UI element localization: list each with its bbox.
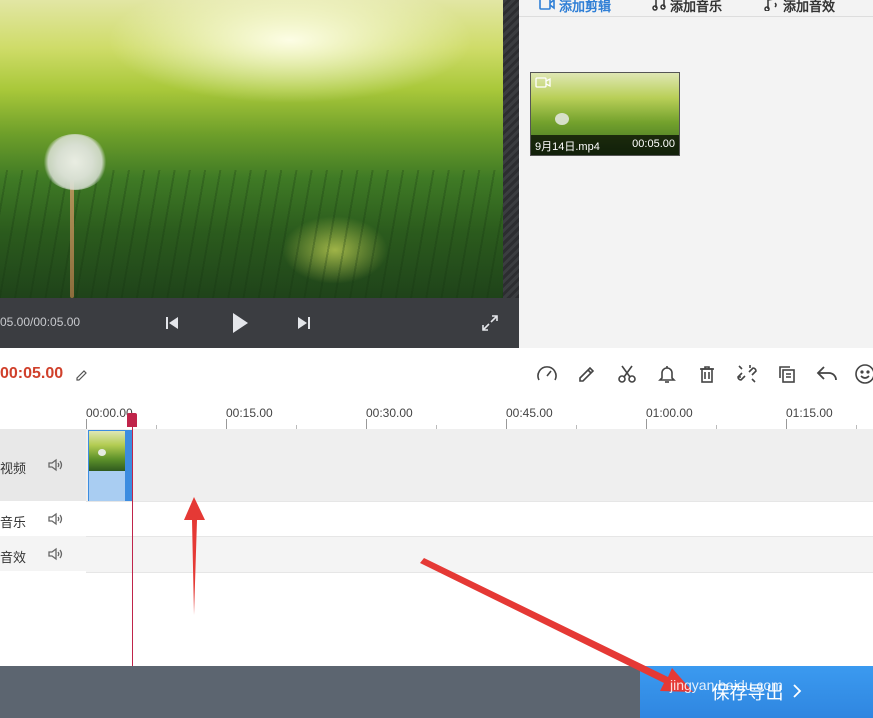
annotation-arrow-up — [184, 497, 205, 615]
annotation-arrows — [184, 497, 693, 692]
baidu-watermark: Baidu经验 jingyan.baidu.com — [670, 634, 821, 693]
annotation-arrow-export — [420, 558, 693, 692]
